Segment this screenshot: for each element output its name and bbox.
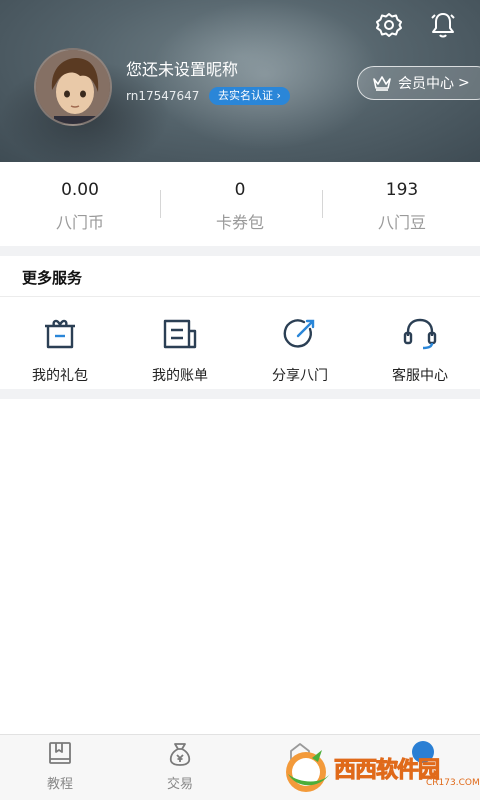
chevron-right-icon: › xyxy=(273,89,281,102)
service-label: 客服中心 xyxy=(392,368,448,384)
nav-label: 教程 xyxy=(46,777,73,792)
crown-icon xyxy=(373,76,391,91)
service-label: 我的礼包 xyxy=(32,368,88,384)
bell-icon[interactable] xyxy=(428,10,458,40)
verify-identity-label: 去实名认证 xyxy=(218,89,273,102)
member-center-label: 会员中心 xyxy=(398,76,454,92)
gear-icon[interactable] xyxy=(374,10,404,40)
service-label: 我的账单 xyxy=(152,368,208,384)
service-bill[interactable]: 我的账单 xyxy=(120,297,240,389)
stat-value: 0.00 xyxy=(61,180,99,200)
headset-icon xyxy=(403,318,437,350)
stat-value: 193 xyxy=(385,180,419,200)
section-separator xyxy=(0,389,480,399)
book-icon xyxy=(49,742,71,764)
services-grid: 我的礼包 我的账单 分享八门 客服中心 xyxy=(0,297,480,389)
watermark-subtext: CR173.COM xyxy=(426,778,480,788)
account-stats: 0.00 八门币 0 卡券包 193 八门豆 xyxy=(0,162,480,246)
stat-label: 八门豆 xyxy=(377,213,426,232)
stat-value: 0 xyxy=(234,180,246,200)
stat-label: 卡券包 xyxy=(215,213,264,232)
share-icon xyxy=(283,319,315,348)
watermark: 西西软件园 CR173.COM xyxy=(278,744,480,798)
service-share[interactable]: 分享八门 xyxy=(240,297,360,389)
section-title: 更多服务 xyxy=(22,269,83,287)
watermark-logo xyxy=(286,750,330,792)
nav-label: 交易 xyxy=(166,777,193,792)
gift-icon xyxy=(45,319,75,349)
bill-icon xyxy=(163,319,197,349)
profile-header: 您还未设置昵称 rn17547647 去实名认证 › 会员中心 > xyxy=(0,0,480,162)
watermark-text-a: 西西 xyxy=(333,758,377,784)
stat-beans[interactable]: 193 八门豆 xyxy=(322,162,480,246)
chevron-right-icon: > xyxy=(458,75,470,91)
stat-coins[interactable]: 0.00 八门币 xyxy=(0,162,160,246)
nickname-text[interactable]: 您还未设置昵称 xyxy=(126,56,238,80)
service-label: 分享八门 xyxy=(272,368,328,384)
verify-identity-button[interactable]: 去实名认证 › xyxy=(209,87,290,105)
watermark-text: 西西软件园 xyxy=(333,752,440,784)
avatar[interactable] xyxy=(34,48,112,126)
service-support[interactable]: 客服中心 xyxy=(360,297,480,389)
stat-coupons[interactable]: 0 卡券包 xyxy=(160,162,320,246)
user-id-text: rn17547647 xyxy=(126,89,200,103)
stat-label: 八门币 xyxy=(55,213,104,232)
nav-tutorial[interactable]: 教程 xyxy=(0,735,120,800)
member-center-button[interactable]: 会员中心 > xyxy=(357,66,480,100)
section-separator xyxy=(0,246,480,256)
money-bag-icon xyxy=(169,743,191,766)
nav-trade[interactable]: 交易 xyxy=(120,735,240,800)
service-gift[interactable]: 我的礼包 xyxy=(0,297,120,389)
